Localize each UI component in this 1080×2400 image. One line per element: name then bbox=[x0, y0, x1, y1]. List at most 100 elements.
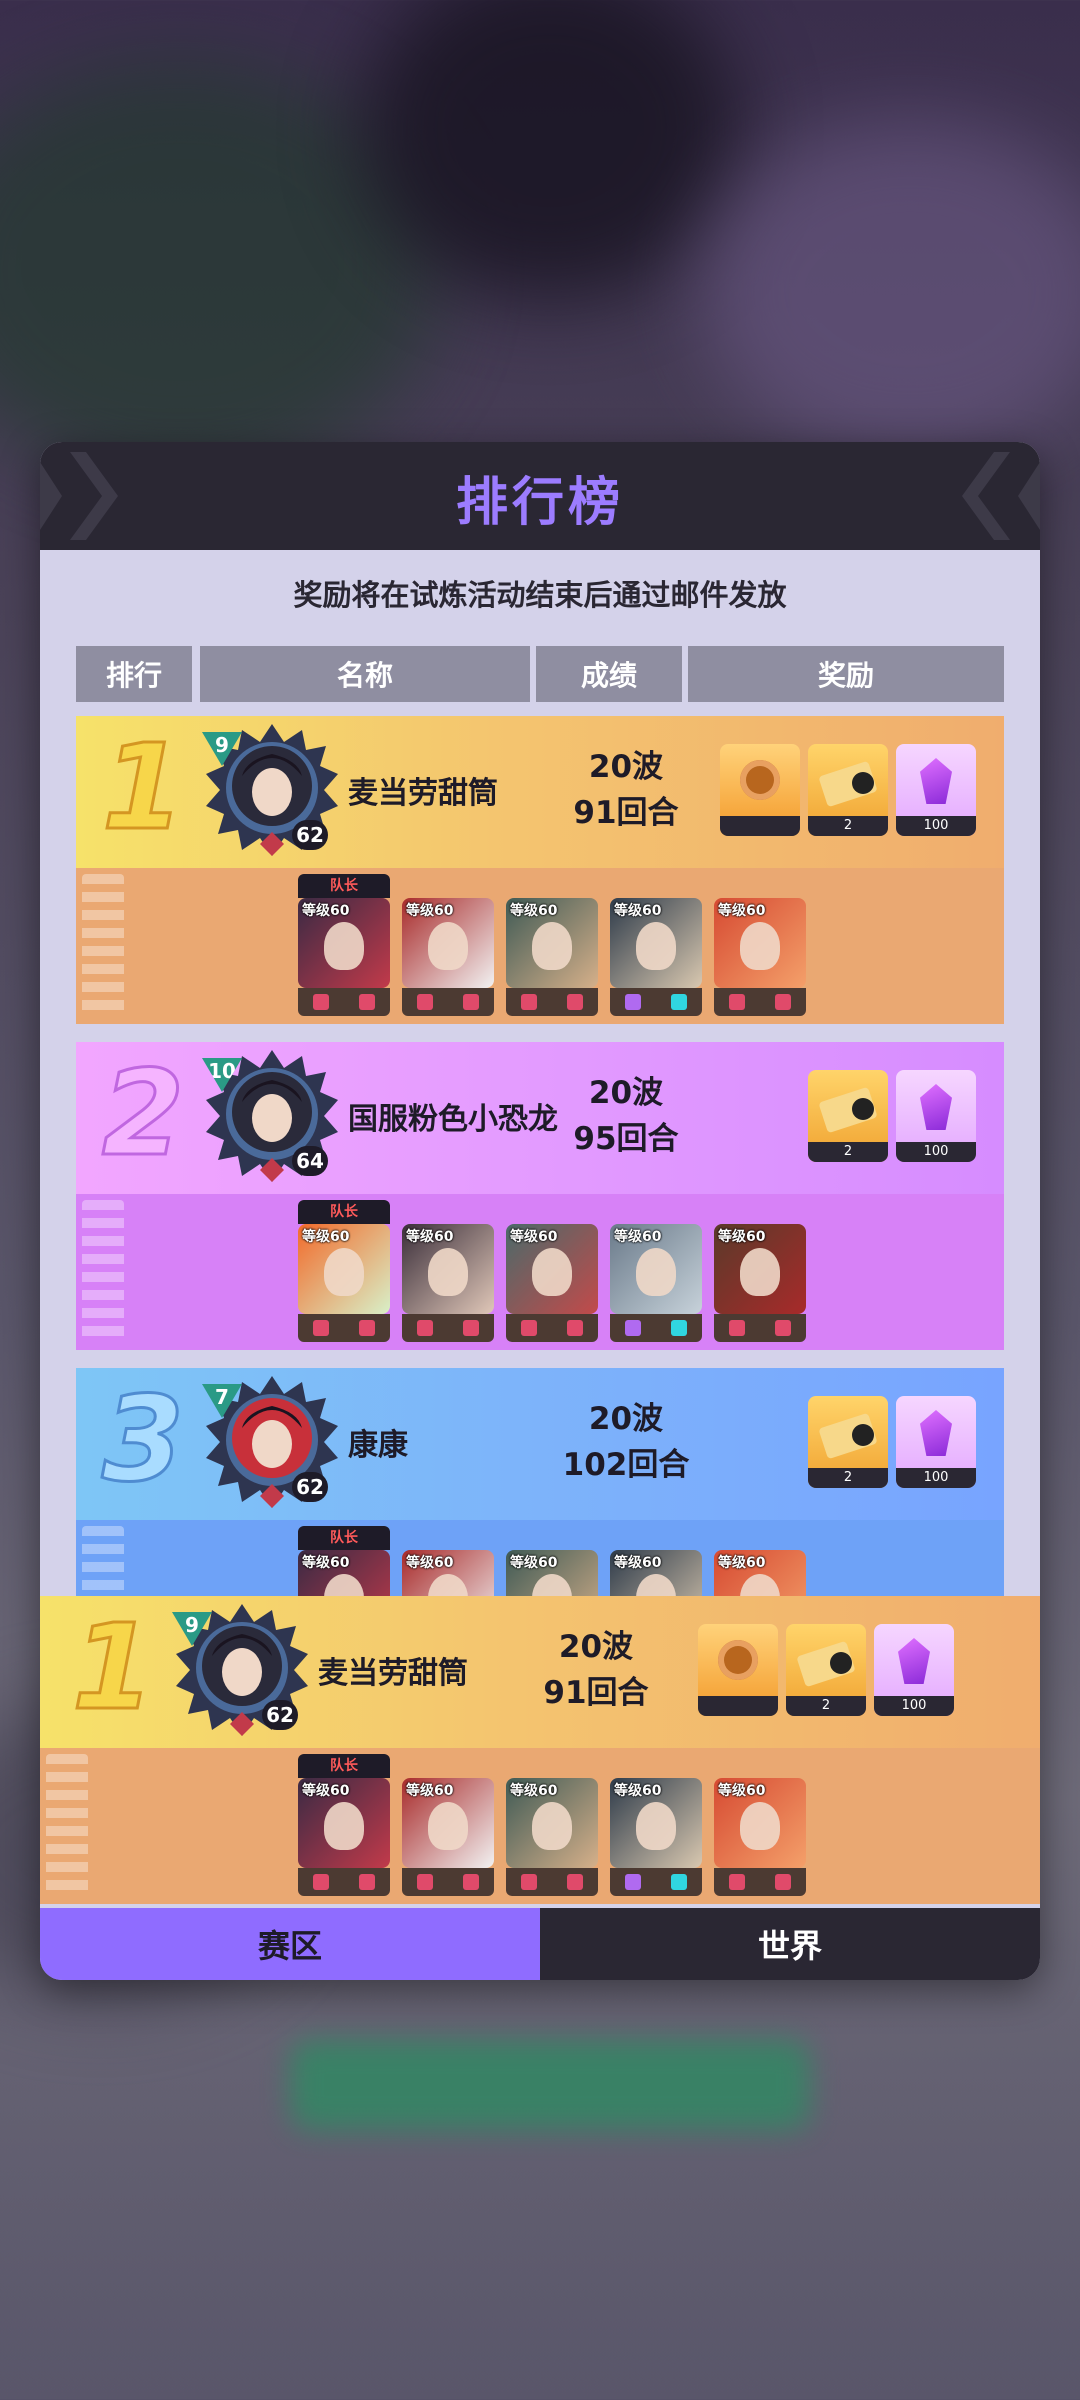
hero-card[interactable]: 等级60 bbox=[506, 898, 600, 1016]
player-avatar[interactable]: 9 62 bbox=[172, 1600, 312, 1740]
golden-ticket-icon[interactable]: 2 bbox=[808, 744, 888, 836]
hero-level: 等级60 bbox=[718, 1555, 766, 1571]
player-avatar[interactable]: 9 62 bbox=[202, 720, 342, 860]
captain-tag: 队长 bbox=[298, 1200, 390, 1224]
rank-number: 1 bbox=[100, 718, 185, 856]
hero-card[interactable]: 等级60 bbox=[610, 1224, 704, 1342]
rank-row-summary: 1 9 62 麦当劳甜筒 20波 91回合 2 100 bbox=[40, 1596, 1040, 1750]
reward-count: 100 bbox=[896, 1468, 976, 1488]
hero-card[interactable]: 等级60 bbox=[298, 898, 392, 1016]
reward-count: 100 bbox=[896, 816, 976, 836]
column-reward: 奖励 bbox=[688, 646, 1004, 702]
region-tabs: 赛区 世界 bbox=[40, 1908, 1040, 1980]
hero-card[interactable]: 等级60 bbox=[298, 1778, 392, 1896]
hero-level: 等级60 bbox=[406, 903, 454, 919]
hero-card[interactable]: 等级60 bbox=[402, 1778, 496, 1896]
background-start-button bbox=[290, 2040, 810, 2130]
hero-level: 等级60 bbox=[510, 1783, 558, 1799]
monkey-chest-icon[interactable] bbox=[720, 744, 800, 836]
hero-skill-icons bbox=[298, 988, 390, 1016]
golden-ticket-icon[interactable]: 2 bbox=[786, 1624, 866, 1716]
column-name: 名称 bbox=[200, 646, 530, 702]
rank-row-summary: 3 7 62 康康 20波 102回合 2 100 bbox=[76, 1368, 1004, 1520]
golden-ticket-icon[interactable]: 2 bbox=[808, 1396, 888, 1488]
reward-count: 2 bbox=[808, 1142, 888, 1162]
column-score: 成绩 bbox=[536, 646, 682, 702]
hero-card[interactable]: 等级60 bbox=[714, 1778, 808, 1896]
reward-count: 2 bbox=[808, 816, 888, 836]
rank-number: 2 bbox=[100, 1044, 185, 1182]
player-level-value: 7 bbox=[215, 1385, 229, 1409]
player-level-value: 9 bbox=[215, 733, 229, 757]
player-name: 康康 bbox=[348, 1428, 408, 1463]
row-stripe-decoration bbox=[82, 874, 124, 1018]
purple-crystal-icon[interactable]: 100 bbox=[874, 1624, 954, 1716]
hero-card[interactable]: 等级60 bbox=[714, 898, 808, 1016]
hero-level: 等级60 bbox=[302, 1555, 350, 1571]
hero-level: 等级60 bbox=[302, 1783, 350, 1799]
tab-region[interactable]: 赛区 bbox=[40, 1908, 540, 1980]
hero-skill-icons bbox=[610, 988, 702, 1016]
score-rounds: 91回合 bbox=[573, 795, 679, 831]
hero-level: 等级60 bbox=[718, 1229, 766, 1245]
hero-level: 等级60 bbox=[510, 1555, 558, 1571]
hero-skill-icons bbox=[610, 1868, 702, 1896]
score-waves: 20波 bbox=[588, 1075, 664, 1111]
team-lineup: 等级60 队长 等级60 等级60 等级60 等级60 bbox=[76, 868, 1004, 1024]
reward-count: 100 bbox=[896, 1142, 976, 1162]
hero-card[interactable]: 等级60 bbox=[714, 1224, 808, 1342]
hero-skill-icons bbox=[402, 988, 494, 1016]
hero-card[interactable]: 等级60 bbox=[610, 898, 704, 1016]
modal-header: 排行榜 bbox=[40, 442, 1040, 550]
hero-skill-icons bbox=[402, 1314, 494, 1342]
avatar-level-badge: 62 bbox=[262, 1700, 298, 1730]
purple-crystal-icon[interactable]: 100 bbox=[896, 744, 976, 836]
hero-skill-icons bbox=[298, 1314, 390, 1342]
monkey-chest-icon[interactable] bbox=[698, 1624, 778, 1716]
hero-level: 等级60 bbox=[406, 1229, 454, 1245]
hero-skill-icons bbox=[714, 1868, 806, 1896]
hero-level: 等级60 bbox=[614, 1555, 662, 1571]
hero-level: 等级60 bbox=[718, 1783, 766, 1799]
row-stripe-decoration bbox=[46, 1754, 88, 1898]
player-level-value: 9 bbox=[185, 1613, 199, 1637]
score-rounds: 95回合 bbox=[573, 1121, 679, 1157]
team-lineup: 等级60 队长 等级60 等级60 等级60 等级60 bbox=[40, 1748, 1040, 1904]
score-waves: 20波 bbox=[558, 1629, 634, 1665]
purple-crystal-icon[interactable]: 100 bbox=[896, 1396, 976, 1488]
hero-skill-icons bbox=[506, 1314, 598, 1342]
reward-count: 2 bbox=[808, 1468, 888, 1488]
hero-level: 等级60 bbox=[302, 903, 350, 919]
hero-card[interactable]: 等级60 bbox=[506, 1224, 600, 1342]
avatar-level-badge: 62 bbox=[292, 820, 328, 850]
reward-count: 2 bbox=[786, 1696, 866, 1716]
hero-skill-icons bbox=[506, 988, 598, 1016]
leaderboard-modal: 排行榜 奖励将在试炼活动结束后通过邮件发放 排行 名称 成绩 奖励 1 9 62 麦… bbox=[40, 442, 1040, 1980]
column-rank: 排行 bbox=[76, 646, 192, 702]
hero-level: 等级60 bbox=[614, 1783, 662, 1799]
hero-level: 等级60 bbox=[510, 1229, 558, 1245]
avatar-level-badge: 64 bbox=[292, 1146, 328, 1176]
my-rank-entry[interactable]: 1 9 62 麦当劳甜筒 20波 91回合 2 100 等级60 队长 等级60 等级60 等级60 等… bbox=[40, 1596, 1040, 1906]
hero-card[interactable]: 等级60 bbox=[402, 898, 496, 1016]
purple-crystal-icon[interactable]: 100 bbox=[896, 1070, 976, 1162]
reward-count: 100 bbox=[874, 1696, 954, 1716]
captain-tag: 队长 bbox=[298, 1754, 390, 1778]
hero-card[interactable]: 等级60 bbox=[610, 1778, 704, 1896]
rank-row-summary: 1 9 62 麦当劳甜筒 20波 91回合 2 100 bbox=[76, 716, 1004, 868]
golden-ticket-icon[interactable]: 2 bbox=[808, 1070, 888, 1162]
hero-card[interactable]: 等级60 bbox=[402, 1224, 496, 1342]
team-lineup: 等级60 队长 等级60 等级60 等级60 等级60 bbox=[76, 1194, 1004, 1350]
row-stripe-decoration bbox=[82, 1200, 124, 1344]
hero-skill-icons bbox=[714, 988, 806, 1016]
rank-row-summary: 2 10 64 国服粉色小恐龙 20波 95回合 2 100 bbox=[76, 1042, 1004, 1194]
player-name: 麦当劳甜筒 bbox=[318, 1656, 468, 1691]
hero-level: 等级60 bbox=[614, 903, 662, 919]
hero-card[interactable]: 等级60 bbox=[298, 1224, 392, 1342]
player-avatar[interactable]: 7 62 bbox=[202, 1372, 342, 1512]
score-waves: 20波 bbox=[588, 1401, 664, 1437]
hero-card[interactable]: 等级60 bbox=[506, 1778, 600, 1896]
rank-number: 1 bbox=[70, 1598, 155, 1736]
player-avatar[interactable]: 10 64 bbox=[202, 1046, 342, 1186]
tab-world[interactable]: 世界 bbox=[540, 1908, 1040, 1980]
